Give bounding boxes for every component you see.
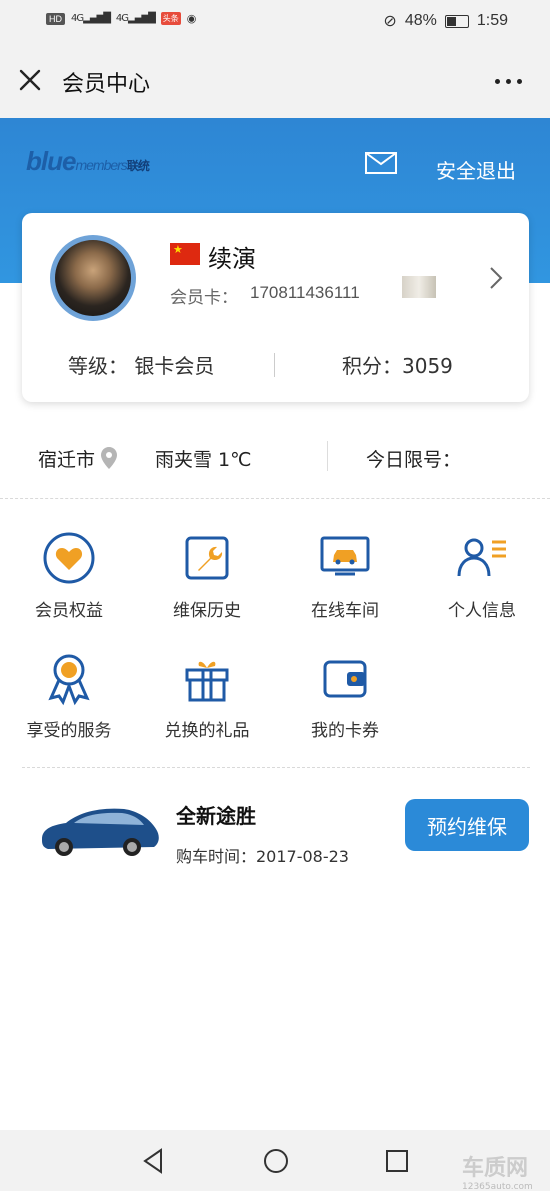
grid-label: 我的卡券 <box>311 721 379 741</box>
grid-item-gifts[interactable]: 兑换的礼品 <box>147 650 267 741</box>
card-number: 170811436111 <box>250 283 360 302</box>
card-thumbnail[interactable] <box>402 276 436 298</box>
system-nav-bar: 车质网 12365auto.com <box>0 1130 550 1192</box>
gift-icon <box>185 661 229 702</box>
hd-badge: HD <box>46 12 65 25</box>
wallet-icon <box>323 660 367 698</box>
grid-label: 会员权益 <box>35 601 103 621</box>
person-icon <box>457 538 506 577</box>
close-icon[interactable] <box>18 68 42 92</box>
member-points: 积分：3059 <box>342 354 453 378</box>
avatar[interactable] <box>50 235 136 321</box>
grid-item-maintenance-history[interactable]: 维保历史 <box>147 530 267 621</box>
grid-item-services[interactable]: 享受的服务 <box>9 650 129 741</box>
wrench-icon <box>185 536 229 580</box>
car-model: 全新途胜 <box>176 804 256 828</box>
city-label[interactable]: 宿迁市 <box>38 445 95 472</box>
status-right: ⊘ 48% 1:59 <box>383 11 508 31</box>
grid-label: 享受的服务 <box>26 721 112 741</box>
member-name: 续演 <box>208 245 256 273</box>
book-maintenance-button[interactable]: 预约维保 <box>405 799 529 851</box>
grid-label: 兑换的礼品 <box>164 721 250 741</box>
purchase-date: 购车时间：2017-08-23 <box>176 847 349 866</box>
heart-icon <box>43 532 95 584</box>
status-bar: HD 4G▂▄▆█ 4G▂▄▆█ 头条 ◉ ⊘ 48% 1:59 <box>0 0 550 44</box>
clock: 1:59 <box>476 12 508 29</box>
back-icon[interactable] <box>141 1147 165 1175</box>
logout-button[interactable]: 安全退出 <box>436 155 516 184</box>
status-left: HD 4G▂▄▆█ 4G▂▄▆█ 头条 ◉ <box>46 12 196 25</box>
grid-label: 在线车间 <box>311 601 379 621</box>
car-image <box>42 808 159 856</box>
card-number-label: 会员卡： <box>170 288 238 308</box>
weather-divider <box>327 441 328 471</box>
grid-label: 维保历史 <box>173 601 241 621</box>
battery-icon <box>444 14 469 28</box>
traffic-limit: 今日限号： <box>366 449 462 471</box>
toutiao-icon: 头条 <box>160 12 181 25</box>
battery-percent: 48% <box>404 12 437 29</box>
watermark-logo: 车质网 12365auto.com <box>462 1156 533 1192</box>
blue-members-logo: bluemembers联统 <box>26 146 150 176</box>
page-title: 会员中心 <box>62 72 151 97</box>
chevron-right-icon[interactable] <box>488 265 504 291</box>
china-flag-icon <box>170 243 200 265</box>
grid-item-personal-info[interactable]: 个人信息 <box>422 530 542 621</box>
member-card[interactable]: 续演 会员卡： 170811436111 等级： 银卡会员 积分：3059 <box>22 213 529 402</box>
grid-item-online-workshop[interactable]: 在线车间 <box>285 530 405 621</box>
monitor-car-icon <box>320 536 370 576</box>
title-bar: 会员中心 <box>0 44 550 118</box>
grid-label: 个人信息 <box>448 601 516 621</box>
recents-icon[interactable] <box>384 1148 410 1174</box>
vibrate-icon: ⊘ <box>383 13 397 30</box>
grid-item-coupons[interactable]: 我的卡券 <box>285 650 405 741</box>
signal-icon: 4G▂▄▆█ <box>71 13 111 24</box>
mail-icon[interactable] <box>365 152 397 174</box>
app-icon: ◉ <box>186 12 197 25</box>
more-menu-icon[interactable] <box>495 79 522 84</box>
grid-item-benefits[interactable]: 会员权益 <box>9 530 129 621</box>
signal-icon-2: 4G▂▄▆█ <box>115 13 156 24</box>
card-divider <box>274 353 275 377</box>
location-pin-icon[interactable] <box>100 446 118 470</box>
ribbon-icon <box>48 654 90 706</box>
divider <box>0 498 550 499</box>
home-icon[interactable] <box>262 1147 290 1175</box>
member-level: 等级： 银卡会员 <box>68 354 215 378</box>
weather-info: 雨夹雪 1℃ <box>155 449 252 471</box>
divider <box>22 767 530 768</box>
